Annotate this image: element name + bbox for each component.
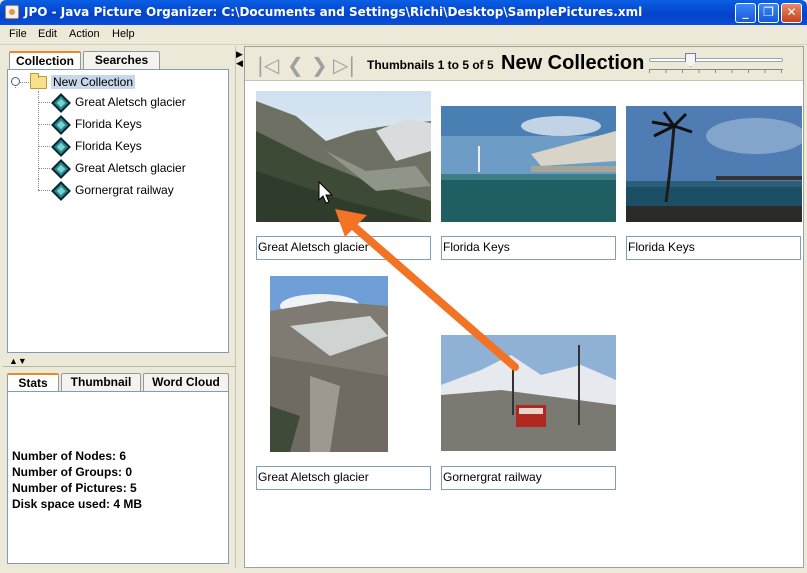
next-page-icon[interactable]: ❯ — [311, 53, 328, 77]
drag-arrow — [335, 209, 519, 371]
thumbnail-caption[interactable]: Great Aletsch glacier — [256, 466, 431, 490]
menu-file[interactable]: File — [9, 28, 27, 40]
stats-disk: Disk space used: 4 MB — [12, 497, 143, 511]
thumbnail-image[interactable] — [626, 106, 802, 222]
thumbnail-count: Thumbnails 1 to 5 of 5 — [367, 58, 494, 72]
thumbnail-caption[interactable]: Gornergrat railway — [441, 466, 616, 490]
zoom-slider-ticks — [649, 69, 783, 73]
last-page-icon[interactable]: ▷| — [333, 53, 355, 77]
java-app-icon — [5, 5, 19, 19]
tree-node[interactable]: Gornergrat railway — [75, 183, 174, 201]
thumbnail-caption[interactable]: Florida Keys — [626, 236, 801, 260]
splitter[interactable] — [3, 366, 235, 367]
picture-node-icon — [51, 115, 71, 135]
tab-searches[interactable]: Searches — [83, 51, 160, 69]
stats-panel: Number of Nodes: 6 Number of Groups: 0 N… — [7, 391, 229, 564]
tree-root-node[interactable]: New Collection — [51, 75, 136, 93]
tree-connector — [20, 82, 29, 83]
folder-icon — [30, 73, 47, 89]
stats-pictures: Number of Pictures: 5 — [12, 481, 137, 495]
menu-edit[interactable]: Edit — [38, 28, 57, 40]
tree-node[interactable]: Florida Keys — [75, 117, 142, 135]
menu-bar: File Edit Action Help — [0, 25, 807, 45]
zoom-slider[interactable] — [649, 58, 783, 62]
stats-nodes: Number of Nodes: 6 — [12, 449, 127, 463]
picture-node-icon — [51, 93, 71, 113]
zoom-slider-handle[interactable] — [685, 53, 696, 67]
tree-node[interactable]: Great Aletsch glacier — [75, 95, 186, 113]
tab-thumbnail[interactable]: Thumbnail — [61, 373, 141, 391]
thumbnail-pane: |◁ ❮ ❯ ▷| Thumbnails 1 to 5 of 5 New Col… — [244, 46, 804, 568]
collection-title: New Collection — [501, 52, 645, 74]
collapse-arrows-icon[interactable]: ▶ ◀ — [236, 50, 243, 68]
minimize-button[interactable]: _ — [735, 3, 756, 23]
vertical-splitter[interactable]: ▶ ◀ — [235, 46, 243, 568]
mouse-pointer-icon — [318, 181, 334, 204]
tree-toggle[interactable] — [11, 77, 20, 86]
tab-collection[interactable]: Collection — [9, 51, 81, 69]
tree-connector — [38, 91, 39, 179]
previous-page-icon[interactable]: ❮ — [287, 53, 304, 77]
tree-node[interactable]: Florida Keys — [75, 139, 142, 157]
menu-action[interactable]: Action — [69, 28, 100, 40]
picture-node-icon — [51, 181, 71, 201]
tree-node[interactable]: Great Aletsch glacier — [75, 161, 186, 179]
tree-connector — [38, 146, 50, 147]
tree-connector — [38, 102, 50, 103]
tab-stats[interactable]: Stats — [7, 373, 59, 391]
tree-connector — [38, 124, 50, 125]
tree-connector — [38, 190, 50, 191]
stats-groups: Number of Groups: 0 — [12, 465, 133, 479]
tree-root-label: New Collection — [51, 75, 136, 89]
tree-connector — [38, 168, 50, 169]
tab-word-cloud[interactable]: Word Cloud — [143, 373, 229, 391]
thumbnail-toolbar: |◁ ❮ ❯ ▷| Thumbnails 1 to 5 of 5 New Col… — [245, 47, 803, 81]
menu-help[interactable]: Help — [112, 28, 135, 40]
picture-node-icon — [51, 159, 71, 179]
window-title-bar[interactable]: JPO - Java Picture Organizer: C:\Documen… — [0, 0, 807, 25]
split-expand-arrows-icon[interactable]: ▲▼ — [9, 356, 27, 366]
tree-connector — [38, 179, 39, 190]
first-page-icon[interactable]: |◁ — [257, 53, 279, 77]
close-button[interactable]: ✕ — [781, 3, 802, 23]
window-title: JPO - Java Picture Organizer: C:\Documen… — [24, 5, 643, 19]
maximize-button[interactable]: ❐ — [758, 3, 779, 23]
left-pane: Collection Searches New Collection Great… — [3, 46, 235, 568]
collection-tree[interactable]: New Collection Great Aletsch glacier Flo… — [7, 69, 229, 353]
picture-node-icon — [51, 137, 71, 157]
